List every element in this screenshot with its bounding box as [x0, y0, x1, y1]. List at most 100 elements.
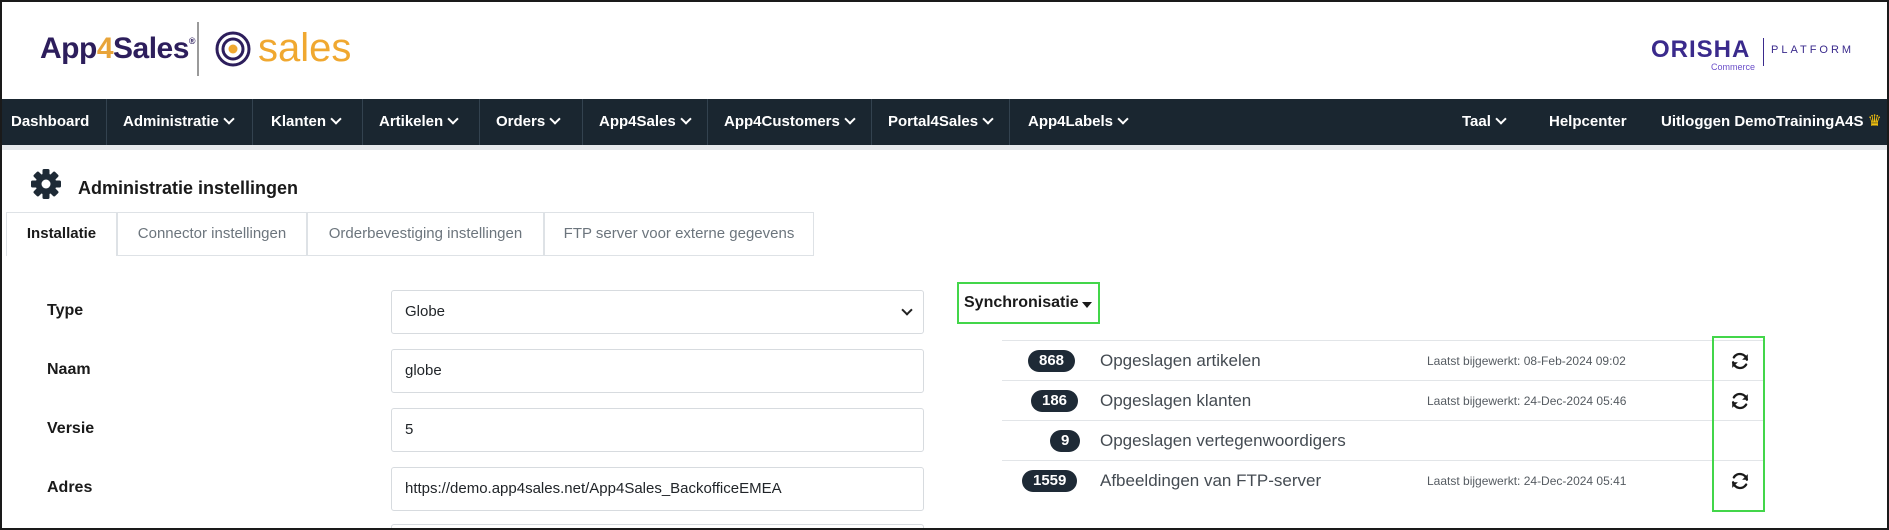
name-input-value: globe — [405, 362, 442, 379]
orisha-name: ORISHA — [1651, 36, 1751, 63]
nav-app4labels[interactable]: App4Labels — [1020, 99, 1135, 145]
chevron-down-icon — [447, 113, 459, 125]
orisha-platform: PLATFORM — [1771, 44, 1855, 56]
nav-helpcenter[interactable]: Helpcenter — [1541, 99, 1635, 145]
sync-row-ftp-afbeeldingen: 1559 Afbeeldingen van FTP-server Laatst … — [1002, 460, 1764, 500]
next-input-partial[interactable] — [391, 524, 924, 528]
crown-icon: ♛ — [1867, 113, 1882, 130]
chevron-down-icon — [223, 113, 235, 125]
nav-app4sales[interactable]: App4Sales — [591, 99, 698, 145]
orisha-logo: ORISHA Commerce PLATFORM — [1651, 36, 1871, 72]
brand-reg: ® — [188, 36, 196, 46]
nav-label: App4Customers — [724, 113, 840, 130]
nav-label: App4Labels — [1028, 113, 1114, 130]
refresh-column-highlight — [1712, 336, 1765, 512]
tab-ftp-server[interactable]: FTP server voor externe gegevens — [544, 212, 814, 256]
nav-label: Orders — [496, 113, 546, 130]
nav-taal[interactable]: Taal — [1454, 99, 1513, 145]
sync-row-vertegenwoordigers: 9 Opgeslagen vertegenwoordigers — [1002, 420, 1764, 460]
orisha-divider — [1763, 38, 1764, 66]
tab-orderbevestiging-instellingen[interactable]: Orderbevestiging instellingen — [307, 212, 544, 256]
type-label: Type — [47, 302, 84, 319]
sync-row-artikelen: 868 Opgeslagen artikelen Laatst bijgewer… — [1002, 340, 1764, 380]
version-input[interactable]: 5 — [391, 408, 924, 452]
name-label: Naam — [47, 361, 91, 378]
nav-label: Klanten — [271, 113, 327, 130]
chevron-down-icon — [1117, 113, 1129, 125]
tab-label: FTP server voor externe gegevens — [563, 225, 795, 242]
nav-label: Taal — [1462, 113, 1491, 130]
orisha-sub: Commerce — [1711, 62, 1756, 72]
nav-separator — [106, 99, 107, 145]
type-select-value: Globe — [405, 303, 446, 320]
nav-label: Artikelen — [379, 113, 444, 130]
nav-logout[interactable]: Uitloggen DemoTrainingA4S ♛ — [1653, 99, 1887, 145]
nav-separator — [582, 99, 583, 145]
app4sales-logo[interactable]: App4Sales® — [40, 32, 196, 66]
nav-separator — [362, 99, 363, 145]
tabs-underline — [117, 255, 814, 256]
sales-logo-icon — [215, 31, 251, 67]
last-updated: Laatst bijgewerkt: 24-Dec-2024 05:41 — [1427, 474, 1627, 488]
page-title: Administratie instellingen — [78, 178, 299, 198]
sales-module-logo: sales — [258, 26, 352, 70]
settings-tabs: Installatie Connector instellingen Order… — [6, 212, 1887, 256]
caret-down-icon — [1082, 302, 1092, 308]
count-badge: 186 — [1031, 390, 1079, 412]
nav-label: Helpcenter — [1549, 113, 1627, 130]
nav-portal4sales[interactable]: Portal4Sales — [880, 99, 1000, 145]
sync-row-label: Opgeslagen vertegenwoordigers — [1100, 431, 1346, 450]
nav-separator — [252, 99, 253, 145]
chevron-down-icon — [680, 113, 692, 125]
last-updated: Laatst bijgewerkt: 08-Feb-2024 09:02 — [1427, 354, 1626, 368]
type-select[interactable]: Globe — [391, 290, 924, 334]
tab-connector-instellingen[interactable]: Connector instellingen — [117, 212, 307, 256]
sync-row-klanten: 186 Opgeslagen klanten Laatst bijgewerkt… — [1002, 380, 1764, 420]
logo-divider — [197, 22, 199, 76]
gear-icon — [31, 169, 61, 199]
chevron-down-icon — [982, 113, 994, 125]
sync-row-label: Afbeeldingen van FTP-server — [1100, 471, 1322, 490]
nav-separator — [1009, 99, 1010, 145]
tab-label: Connector instellingen — [137, 225, 287, 242]
nav-separator — [707, 99, 708, 145]
synchronisatie-dropdown[interactable]: Synchronisatie — [957, 282, 1100, 324]
navbar-shadow — [2, 145, 1887, 150]
nav-app4customers[interactable]: App4Customers — [716, 99, 862, 145]
chevron-down-icon — [330, 113, 342, 125]
tab-installatie[interactable]: Installatie — [6, 212, 117, 256]
nav-artikelen[interactable]: Artikelen — [371, 99, 465, 145]
nav-label: Dashboard — [11, 113, 90, 130]
name-input[interactable]: globe — [391, 349, 924, 393]
brand-sales: Sales — [113, 32, 189, 65]
version-label: Versie — [47, 420, 95, 437]
nav-klanten[interactable]: Klanten — [263, 99, 348, 145]
header: App4Sales® sales ORISHA Commerce PLATFOR… — [2, 2, 1887, 99]
sync-title: Synchronisatie — [964, 294, 1079, 311]
logout-user: DemoTrainingA4S — [1734, 113, 1864, 130]
address-label: Adres — [47, 479, 93, 496]
nav-administratie[interactable]: Administratie — [115, 99, 241, 145]
tab-label: Orderbevestiging instellingen — [328, 225, 523, 242]
nav-label: Portal4Sales — [888, 113, 979, 130]
nav-orders[interactable]: Orders — [488, 99, 567, 145]
nav-label: Administratie — [123, 113, 219, 130]
address-input[interactable]: https://demo.app4sales.net/App4Sales_Bac… — [391, 467, 924, 511]
last-updated: Laatst bijgewerkt: 24-Dec-2024 05:46 — [1427, 394, 1627, 408]
sync-row-label: Opgeslagen klanten — [1100, 391, 1252, 410]
count-badge: 868 — [1028, 350, 1076, 372]
brand-app: App — [40, 32, 97, 65]
nav-separator — [871, 99, 872, 145]
brand-four: 4 — [96, 32, 114, 65]
nav-dashboard[interactable]: Dashboard — [3, 99, 97, 145]
chevron-down-icon — [901, 304, 913, 316]
app-window: App4Sales® sales ORISHA Commerce PLATFOR… — [0, 0, 1889, 530]
version-input-value: 5 — [405, 421, 414, 438]
chevron-down-icon — [549, 113, 561, 125]
chevron-down-icon — [844, 113, 856, 125]
chevron-down-icon — [1495, 113, 1507, 125]
main-navbar: Dashboard Administratie Klanten Artikele… — [2, 99, 1887, 145]
sync-row-label: Opgeslagen artikelen — [1100, 351, 1261, 370]
logout-prefix: Uitloggen — [1661, 113, 1731, 130]
tab-label: Installatie — [26, 225, 97, 242]
